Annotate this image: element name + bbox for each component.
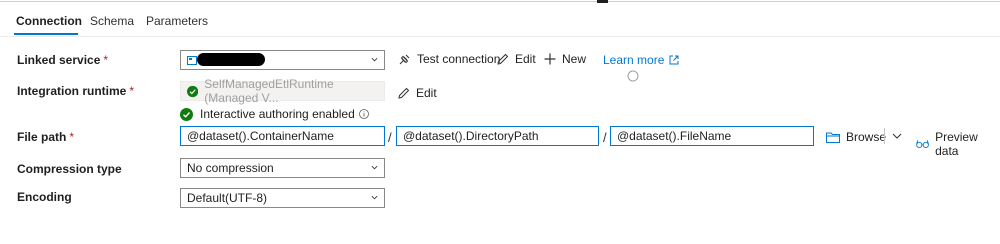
plus-icon	[544, 53, 556, 65]
chevron-down-icon	[371, 165, 378, 170]
integration-runtime-select[interactable]: SelfManagedEtlRuntime (Managed V...	[180, 77, 385, 105]
learn-more-link[interactable]: Learn more	[603, 53, 679, 67]
required-mark: *	[69, 130, 75, 144]
redacted-value	[197, 53, 265, 66]
path-separator: /	[603, 130, 607, 145]
path-separator: /	[388, 130, 392, 145]
encoding-label: Encoding	[17, 190, 72, 204]
file-path-label: File path *	[17, 130, 75, 144]
compression-type-label: Compression type	[17, 162, 122, 176]
divider	[884, 128, 885, 144]
pencil-icon	[497, 53, 509, 65]
glasses-icon	[916, 140, 929, 149]
edit-integration-runtime-button[interactable]: Edit	[398, 86, 437, 100]
storage-icon	[187, 55, 197, 65]
test-connection-button[interactable]: Test connection	[398, 52, 500, 66]
chevron-down-icon	[371, 195, 378, 200]
folder-icon	[826, 132, 840, 143]
check-circle-icon	[180, 107, 193, 121]
directory-path-input[interactable]: @dataset().DirectoryPath	[396, 126, 599, 146]
browse-button[interactable]: Browse	[826, 130, 886, 144]
container-name-input[interactable]: @dataset().ContainerName	[180, 126, 385, 146]
integration-runtime-label: Integration runtime *	[17, 84, 135, 98]
linked-service-label: Linked service *	[17, 53, 109, 67]
compression-type-select[interactable]: No compression	[180, 158, 385, 178]
file-name-input[interactable]: @dataset().FileName	[610, 126, 814, 146]
encoding-select[interactable]: Default(UTF-8)	[180, 188, 385, 208]
tab-bar: Connection Schema Parameters	[0, 0, 1000, 37]
active-tab-indicator	[14, 33, 78, 35]
chevron-down-icon[interactable]	[892, 132, 902, 140]
required-mark: *	[103, 53, 109, 67]
edit-linked-service-button[interactable]: Edit	[497, 52, 536, 66]
tab-schema[interactable]: Schema	[90, 14, 134, 28]
chevron-down-icon	[371, 57, 378, 62]
tab-connection[interactable]: Connection	[16, 14, 82, 28]
loading-circle-icon	[627, 70, 639, 82]
preview-data-button[interactable]: Preview data	[916, 130, 1000, 158]
external-link-icon	[669, 55, 679, 65]
interactive-authoring-status: Interactive authoring enabled	[180, 107, 369, 121]
plug-icon	[399, 54, 410, 64]
tab-parameters[interactable]: Parameters	[146, 14, 208, 28]
new-linked-service-button[interactable]: New	[544, 52, 586, 66]
pencil-icon	[398, 87, 410, 99]
check-circle-icon	[187, 85, 199, 97]
required-mark: *	[129, 84, 135, 98]
info-icon[interactable]	[358, 109, 369, 119]
